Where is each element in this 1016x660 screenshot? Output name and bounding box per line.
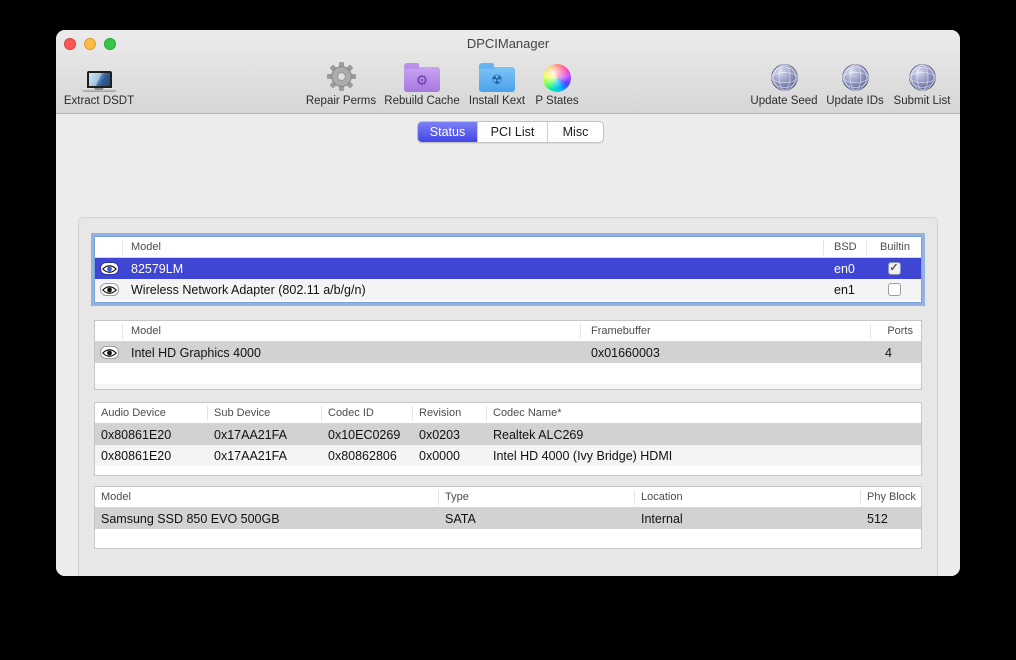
model-cell: Intel HD Graphics 4000 [131,345,261,360]
column-header[interactable]: Revision [413,405,487,421]
table-row[interactable]: Wireless Network Adapter (802.11 a/b/g/n… [95,279,921,300]
globe-icon [770,56,799,92]
eye-icon [99,262,119,275]
column-header[interactable]: Model [123,323,581,339]
revision-cell: 0x0203 [419,427,461,442]
storage-table-header: Model Type Location Phy Block [95,487,921,508]
folder-gear-icon: ⚙ [404,56,440,92]
table-row[interactable]: 0x80861E20 0x17AA21FA 0x80862806 0x0000 … [95,445,921,466]
graphics-table-header: Model Framebuffer Ports [95,321,921,342]
visibility-toggle[interactable] [95,346,123,359]
model-cell: Wireless Network Adapter (802.11 a/b/g/n… [131,282,366,297]
eye-icon [99,283,119,296]
table-row[interactable]: Samsung SSD 850 EVO 500GB SATA Internal … [95,508,921,529]
column-header[interactable]: Codec ID [322,405,413,421]
codec-id-cell: 0x80862806 [328,448,397,463]
builtin-cell: ✓ [867,262,921,275]
titlebar: DPCIManager Extract DSDT Repair Perms ⚙ … [56,30,960,114]
toolbar-label: Submit List [893,95,951,107]
window-title: DPCIManager [466,36,550,51]
storage-table: Model Type Location Phy Block Samsung SS… [94,486,922,549]
codec-name-cell: Intel HD 4000 (Ivy Bridge) HDMI [493,448,673,463]
tab-misc[interactable]: Misc [548,122,603,142]
app-window: DPCIManager Extract DSDT Repair Perms ⚙ … [56,30,960,576]
visibility-toggle[interactable] [95,283,123,296]
column-header[interactable]: Framebuffer [581,323,871,339]
column-header[interactable]: Model [95,489,439,505]
bsd-cell: en1 [834,282,855,297]
column-header[interactable]: Ports [871,324,921,339]
audio-device-cell: 0x80861E20 [101,448,172,463]
type-cell: SATA [445,511,476,526]
framebuffer-cell: 0x01660003 [591,345,660,360]
builtin-checkbox[interactable]: ✓ [887,262,901,275]
column-header[interactable]: Codec Name* [487,406,921,421]
toolbar-p-states-button[interactable]: P States [502,56,612,107]
tab-status[interactable]: Status [418,122,478,142]
column-header[interactable]: Model [123,239,824,255]
codec-id-cell: 0x10EC0269 [328,427,401,442]
gutter-header [95,323,123,339]
column-header[interactable]: BSD [824,239,867,255]
toolbar-submit-list-button[interactable]: Submit List [867,56,960,107]
table-row[interactable] [95,384,921,389]
globe-icon [908,56,937,92]
gear-icon [326,56,357,92]
content-area: Status PCI List Misc Model BSD Builtin 8… [56,114,960,576]
audio-table-header: Audio Device Sub Device Codec ID Revisio… [95,403,921,424]
audio-table: Audio Device Sub Device Codec ID Revisio… [94,402,922,476]
location-cell: Internal [641,511,683,526]
toolbar-extract-dsdt-button[interactable]: Extract DSDT [56,56,154,107]
builtin-cell [867,283,921,296]
toolbar-label: Repair Perms [305,95,377,107]
gutter-header [95,239,123,255]
audio-device-cell: 0x80861E20 [101,427,172,442]
table-row[interactable]: Intel HD Graphics 4000 0x01660003 4 [95,342,921,363]
table-row[interactable] [95,363,921,384]
globe-icon [841,56,870,92]
graphics-table: Model Framebuffer Ports Intel HD Graphic… [94,320,922,390]
column-header[interactable]: Audio Device [95,405,208,421]
column-header[interactable]: Sub Device [208,405,322,421]
table-row[interactable] [95,529,921,548]
table-row[interactable]: 0x80861E20 0x17AA21FA 0x10EC0269 0x0203 … [95,424,921,445]
sub-device-cell: 0x17AA21FA [214,427,287,442]
column-header[interactable]: Phy Block [861,490,921,505]
tab-bar: Status PCI List Misc [417,121,604,143]
laptop-icon [81,56,117,92]
sub-device-cell: 0x17AA21FA [214,448,287,463]
column-header[interactable]: Type [439,489,635,505]
toolbar-label: Extract DSDT [63,95,135,107]
network-table: Model BSD Builtin 82579LM en0 ✓ Wireless… [94,236,922,303]
network-table-header: Model BSD Builtin [95,237,921,258]
tab-pci-list[interactable]: PCI List [478,122,548,142]
bsd-cell: en0 [834,261,855,276]
column-header[interactable]: Builtin [867,240,921,255]
table-row[interactable]: 82579LM en0 ✓ [95,258,921,279]
ports-cell: 4 [885,345,892,360]
color-wheel-icon [543,56,571,92]
visibility-toggle[interactable] [95,262,123,275]
builtin-checkbox[interactable] [887,283,901,296]
revision-cell: 0x0000 [419,448,461,463]
model-cell: Samsung SSD 850 EVO 500GB [101,511,280,526]
model-cell: 82579LM [131,261,184,276]
phy-block-cell: 512 [867,511,888,526]
eye-icon [99,346,119,359]
toolbar-label: P States [535,95,579,107]
column-header[interactable]: Location [635,489,861,505]
codec-name-cell: Realtek ALC269 [493,427,584,442]
